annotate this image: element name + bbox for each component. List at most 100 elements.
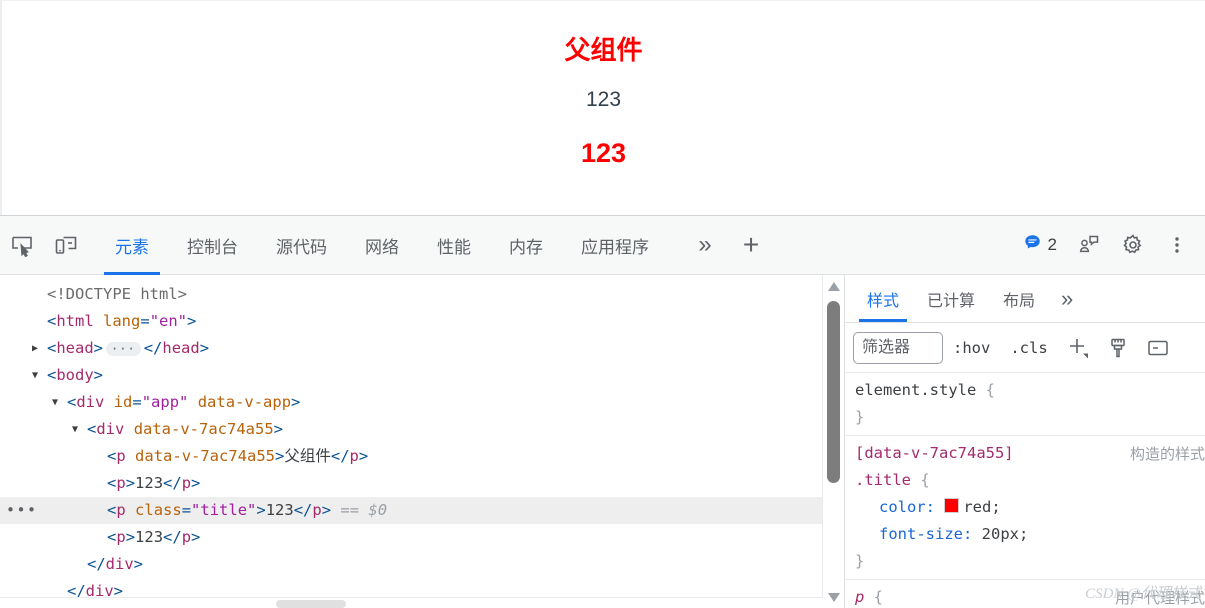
tab-computed[interactable]: 已计算 — [913, 275, 989, 322]
devtools-main-tabs: 元素 控制台 源代码 网络 性能 内存 应用程序 — [96, 216, 668, 275]
dom-token-txt: 123 — [135, 528, 164, 546]
css-property-value[interactable]: red; — [963, 498, 1000, 516]
expand-triangle-icon[interactable]: ▶ — [32, 335, 45, 362]
gear-icon[interactable] — [1111, 225, 1155, 265]
dom-node-row[interactable]: ▼ <div data-v-7ac74a55> — [0, 416, 844, 443]
tab-memory[interactable]: 内存 — [490, 216, 562, 275]
scrollbar-thumb[interactable] — [827, 301, 840, 483]
console-message-count: 2 — [1047, 235, 1057, 254]
tab-layout-label: 布局 — [1003, 292, 1036, 310]
dom-token-pnc: < — [47, 312, 57, 330]
styles-more-chevron-icon[interactable]: » — [1049, 275, 1085, 322]
dom-token-tag: p — [116, 474, 126, 492]
collapse-triangle-icon[interactable]: ▼ — [32, 362, 45, 389]
dom-tree-horizontal-scrollbar[interactable] — [0, 597, 823, 608]
css-close-brace: } — [855, 552, 865, 570]
dom-token-pnc: < — [47, 339, 57, 357]
css-rules-list[interactable]: element.style {} 构造的样式 [data-v-7ac74a55] .t… — [845, 373, 1205, 608]
css-declaration[interactable]: color: red; — [855, 494, 1205, 521]
css-rule[interactable]: element.style {} — [845, 373, 1205, 436]
dom-node-row-selected[interactable]: ••• <p class="title">123</p> == $0 — [0, 497, 844, 524]
cls-toggle-button[interactable]: .cls — [1000, 339, 1057, 357]
console-message-badge[interactable]: 2 — [1014, 234, 1067, 256]
tab-application[interactable]: 应用程序 — [562, 216, 668, 275]
tab-layout[interactable]: 布局 — [989, 275, 1049, 322]
css-selector-token: element.style — [855, 381, 977, 399]
dom-token-pnc: > — [275, 447, 285, 465]
dom-token-pnc: > — [321, 501, 332, 519]
dom-token-txt: 123 — [135, 474, 164, 492]
css-selector-token: [data-v-7ac74a55] — [855, 444, 1014, 462]
kebab-menu-icon[interactable] — [1155, 225, 1199, 265]
tab-console-label: 控制台 — [187, 237, 238, 257]
scroll-down-arrow-icon[interactable] — [823, 586, 844, 608]
css-rule[interactable]: 用户代理样式 p { — [845, 580, 1205, 608]
dom-token-pnc: </ — [87, 555, 106, 573]
tab-styles[interactable]: 样式 — [853, 275, 913, 322]
tab-memory-label: 内存 — [509, 237, 543, 257]
dom-token-pnc: > — [273, 420, 284, 438]
tab-elements-label: 元素 — [115, 237, 149, 257]
styles-pane-tabs: 样式 已计算 布局 » — [845, 275, 1205, 323]
collapse-triangle-icon[interactable]: ▼ — [72, 416, 85, 443]
dom-tree-pane: <!DOCTYPE html> <html lang="en"> ▶ <head> ··… — [0, 275, 845, 608]
css-close-brace: } — [855, 408, 865, 426]
dom-node-row[interactable]: <p>123</p> — [0, 470, 844, 497]
more-tabs-chevron-icon[interactable]: » — [682, 225, 728, 265]
dom-tree-vertical-scrollbar[interactable] — [822, 275, 844, 608]
add-tab-plus-icon[interactable]: + — [728, 225, 774, 265]
dom-token-attr: data-v-7ac74a55 — [135, 447, 276, 465]
inspect-element-icon[interactable] — [0, 225, 44, 265]
tab-network[interactable]: 网络 — [346, 216, 418, 275]
element-classes-icon[interactable] — [1138, 331, 1178, 365]
css-rule[interactable]: 构造的样式 [data-v-7ac74a55] .title {color: red… — [845, 436, 1205, 580]
feedback-icon[interactable] — [1067, 225, 1111, 265]
dom-token-pnc: > — [191, 474, 201, 492]
dom-token-pnc: > — [125, 528, 136, 546]
collapse-triangle-icon[interactable]: ▼ — [52, 389, 65, 416]
css-declaration[interactable]: font-size: 20px; — [855, 521, 1205, 548]
dom-node-row[interactable]: <p data-v-7ac74a55>父组件</p> — [0, 443, 844, 470]
node-more-dots-icon[interactable]: ••• — [6, 497, 38, 524]
styles-filter-input[interactable] — [853, 331, 943, 364]
page-text-plain: 123 — [585, 88, 622, 111]
css-selector[interactable]: element.style { — [855, 377, 1205, 404]
tab-console[interactable]: 控制台 — [168, 216, 257, 275]
css-rule-origin: 用户代理样式 — [1114, 590, 1205, 607]
dom-token-tag: p — [116, 528, 126, 546]
dom-token-pnc: </ — [143, 339, 163, 357]
dom-token-attr: class — [135, 501, 182, 519]
tab-sources[interactable]: 源代码 — [257, 216, 346, 275]
tab-styles-label: 样式 — [867, 292, 900, 310]
dom-node-row[interactable]: ▼ <body> — [0, 362, 844, 389]
css-property-name[interactable]: color: — [879, 498, 944, 516]
dom-node-row[interactable]: ▶ <head> ··· </head> — [0, 335, 844, 362]
tab-elements[interactable]: 元素 — [96, 216, 168, 275]
dom-node-row[interactable]: <html lang="en"> — [0, 308, 844, 335]
dom-tree[interactable]: <!DOCTYPE html> <html lang="en"> ▶ <head> ··… — [0, 275, 844, 605]
dom-token-pnc: < — [67, 393, 77, 411]
paintbrush-icon[interactable] — [1098, 331, 1138, 365]
scroll-up-arrow-icon[interactable] — [823, 275, 844, 297]
dom-token-tag: html — [56, 312, 94, 330]
browser-page-viewport: 父组件 123 123 — [0, 0, 1205, 215]
hov-toggle-button[interactable]: :hov — [943, 339, 1000, 357]
css-property-value[interactable]: 20px; — [982, 525, 1029, 543]
dom-token-pnc: > — [187, 312, 197, 330]
styles-filter-bar: :hov .cls — [845, 323, 1205, 373]
tab-performance[interactable]: 性能 — [418, 216, 490, 275]
dom-node-row[interactable]: <!DOCTYPE html> — [0, 281, 844, 308]
dom-token-pnc: < — [107, 501, 117, 519]
color-swatch-icon[interactable] — [944, 498, 960, 513]
collapsed-children-ellipsis-icon[interactable]: ··· — [106, 341, 141, 356]
dom-token-attr: data-v-7ac74a55 — [133, 420, 274, 438]
device-toolbar-icon[interactable] — [44, 225, 88, 265]
dom-node-row[interactable]: ▼ <div id="app" data-v-app> — [0, 389, 844, 416]
new-style-rule-plus-icon[interactable] — [1058, 331, 1098, 365]
css-property-name[interactable]: font-size: — [879, 525, 982, 543]
dom-token-pnc: < — [107, 474, 117, 492]
dom-token-pnc: < — [47, 366, 57, 384]
dom-node-row[interactable]: </div> — [0, 551, 844, 578]
dom-token-attr: lang — [103, 312, 141, 330]
dom-node-row[interactable]: <p>123</p> — [0, 524, 844, 551]
